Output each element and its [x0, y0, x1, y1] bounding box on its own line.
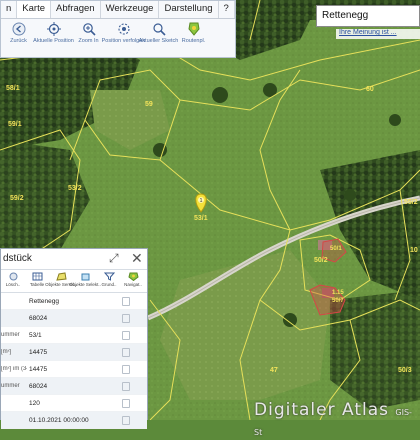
attribute-row: 120 [1, 395, 147, 412]
attribute-value: 68024 [29, 314, 48, 322]
tool-label: Zoom In [78, 38, 99, 44]
tool-label: Aktuelle Position [33, 38, 74, 44]
objects-select-button[interactable]: Objekte Selekt.. [69, 270, 101, 292]
panel-header: dstück ⤢ ✕ [1, 249, 147, 270]
attribute-row: [m²] 14475 [1, 344, 147, 361]
parcel-info-panel: dstück ⤢ ✕ Lösch.. Tabelle Objekte Servi… [0, 248, 148, 429]
tool-label: Aktueller Sketch [138, 38, 179, 44]
route-planner-button[interactable]: Routenpl. [176, 22, 211, 44]
parcel-label: 55/2 [404, 199, 418, 206]
follow-position-button[interactable]: Position verfolgen [102, 22, 145, 44]
attribute-value: 14475 [29, 365, 48, 373]
tab-darstellung[interactable]: Darstellung [159, 1, 219, 18]
panel-tool-label: Navigat.. [124, 282, 142, 287]
copy-icon[interactable] [122, 399, 130, 408]
table-icon [32, 272, 42, 281]
panel-tool-label: Tabelle [29, 282, 45, 287]
parcel-label: 1.15 [332, 290, 344, 296]
parcel-label: 59/2 [10, 195, 24, 202]
delete-button[interactable]: Lösch.. [1, 270, 25, 292]
attribute-row: Rettenegg [1, 293, 147, 310]
attribute-label: ummer [1, 383, 20, 389]
parcel-label: 50/3 [398, 367, 412, 374]
delete-icon [9, 272, 17, 281]
tool-label: Zurück [10, 38, 27, 44]
copy-icon[interactable] [122, 314, 130, 323]
parcel-label: 53/2 [68, 185, 82, 192]
copy-icon[interactable] [122, 297, 130, 306]
panel-tool-label: Lösch.. [5, 282, 21, 287]
select-icon [81, 273, 89, 281]
attribute-value: 01.10.2021 00:00:00 [29, 416, 89, 424]
route-icon [187, 22, 200, 36]
panel-tool-label: Grund.. [101, 282, 117, 287]
attribute-label: ummer [1, 332, 20, 338]
attribute-value: 120 [29, 399, 40, 407]
parcel-label: 50/1 [330, 246, 342, 252]
copy-icon[interactable] [122, 416, 130, 425]
attribute-row: 01.10.2021 00:00:00 [1, 412, 147, 429]
current-position-button[interactable]: Aktuelle Position [33, 22, 74, 44]
tab-karte[interactable]: Karte [17, 1, 52, 18]
parcel-label: 50/2 [314, 257, 328, 264]
feedback-link[interactable]: Ihre Meinung ist ... [336, 29, 420, 39]
attribute-value: 68024 [29, 382, 48, 390]
sketch-icon [152, 23, 166, 36]
copy-icon[interactable] [122, 382, 130, 391]
tab-start[interactable]: n [1, 1, 18, 18]
watermark-title: Digitaler Atlas [254, 400, 389, 420]
tab-help[interactable]: ? [219, 1, 235, 18]
expand-icon[interactable]: ⤢ [109, 251, 119, 266]
parcel-label: 10 [410, 247, 418, 254]
attribute-value: 53/1 [29, 331, 42, 339]
copy-icon[interactable] [122, 365, 130, 374]
back-button[interactable]: Zurück [1, 22, 36, 44]
filter-icon [103, 272, 115, 281]
follow-position-icon [117, 23, 130, 35]
parcel-label: 53/1 [194, 215, 208, 222]
location-icon [46, 22, 61, 36]
objects-service-button[interactable]: Objekte Servic.. [45, 270, 77, 292]
digitaler-atlas-watermark: Digitaler Atlas GIS-St [254, 400, 420, 440]
tab-abfragen[interactable]: Abfragen [51, 1, 101, 18]
parcel-label: 59 [145, 101, 153, 108]
attribute-label: [m²] [1, 349, 12, 355]
attribute-row: [m²] im (34 14475 [1, 361, 147, 378]
menu-tabs: n Karte Abfragen Werkzeuge Darstellung ? [1, 1, 235, 19]
parcel-label: 58/1 [6, 85, 20, 92]
attribute-row: ummer 53/1 [1, 327, 147, 344]
search-input[interactable]: Rettenegg [316, 5, 420, 27]
parcel-label: 60 [366, 86, 374, 93]
table-button[interactable]: Tabelle [25, 270, 49, 292]
toolbar-ribbon: n Karte Abfragen Werkzeuge Darstellung ?… [0, 0, 236, 58]
tab-werkzeuge[interactable]: Werkzeuge [101, 1, 160, 18]
tool-label: Routenpl. [181, 38, 206, 44]
objects-icon [55, 272, 67, 281]
attribute-label: [m²] im (34 [1, 366, 27, 372]
panel-toolbar: Lösch.. Tabelle Objekte Servic.. Objekte… [1, 270, 147, 293]
zoom-in-icon [82, 23, 96, 36]
close-icon[interactable]: ✕ [131, 250, 143, 267]
navigate-button[interactable]: Navigat.. [121, 270, 145, 292]
copy-icon[interactable] [122, 331, 130, 340]
attribute-row: ummer 68024 [1, 378, 147, 395]
parcel-label: 50/7 [332, 298, 344, 304]
navigate-icon [127, 272, 139, 281]
sketch-button[interactable]: Aktueller Sketch [138, 22, 179, 44]
back-icon [12, 22, 25, 36]
attribute-value: 14475 [29, 348, 48, 356]
parcel-label: 59/1 [8, 121, 22, 128]
attribute-value: Rettenegg [29, 297, 59, 305]
parcel-label: 47 [270, 367, 278, 374]
marker-number: 1 [199, 198, 202, 204]
panel-title: dstück [3, 253, 32, 264]
tool-row: Zurück Aktuelle Position Zoom In Positio… [1, 19, 235, 44]
attribute-row: 68024 [1, 310, 147, 327]
copy-icon[interactable] [122, 348, 130, 357]
filter-button[interactable]: Grund.. [97, 270, 121, 292]
